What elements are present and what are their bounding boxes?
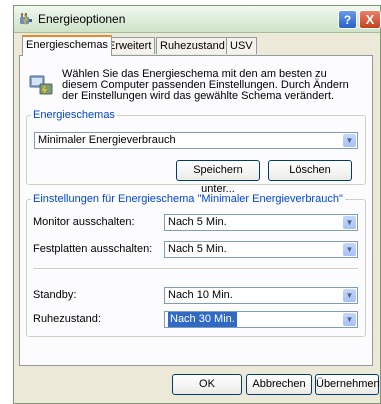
standby-value: Nach 10 Min. <box>168 289 233 301</box>
cancel-button[interactable]: Abbrechen <box>246 374 312 395</box>
monitor-off-label: Monitor ausschalten: <box>33 216 135 228</box>
window-title: Energieoptionen <box>38 12 126 26</box>
close-button[interactable]: X <box>359 10 381 29</box>
save-as-button[interactable]: Speichern unter... <box>176 160 260 195</box>
hibernate-select[interactable]: Nach 30 Min. ▼ <box>164 311 358 328</box>
description-text: Wählen Sie das Energieschema mit den am … <box>62 68 349 102</box>
help-button[interactable]: ? <box>338 10 357 29</box>
divider <box>33 268 358 269</box>
harddisk-off-value: Nach 5 Min. <box>168 243 227 255</box>
tab-ruhezustand[interactable]: Ruhezustand <box>156 37 229 54</box>
tab-usv[interactable]: USV <box>226 37 257 54</box>
standby-select[interactable]: Nach 10 Min. ▼ <box>164 287 358 304</box>
chevron-down-icon: ▼ <box>343 289 356 302</box>
schemes-legend: Energieschemas <box>33 109 115 121</box>
scheme-select[interactable]: Minimaler Energieverbrauch ▼ <box>34 132 358 149</box>
tab-energieschemas[interactable]: Energieschemas <box>22 35 112 56</box>
chevron-down-icon: ▼ <box>343 134 356 147</box>
title-bar[interactable]: Energieoptionen ? X <box>14 6 381 33</box>
ok-button[interactable]: OK <box>172 374 242 395</box>
harddisk-off-label: Festplatten ausschalten: <box>33 243 153 255</box>
chevron-down-icon: ▼ <box>343 313 356 326</box>
scheme-select-value: Minimaler Energieverbrauch <box>38 134 176 146</box>
power-schemes-icon <box>29 75 53 95</box>
harddisk-off-select[interactable]: Nach 5 Min. ▼ <box>164 241 358 258</box>
monitor-off-select[interactable]: Nach 5 Min. ▼ <box>164 214 358 231</box>
power-plug-icon <box>20 13 32 26</box>
settings-legend: Einstellungen für Energieschema "Minimal… <box>33 193 343 205</box>
monitor-off-value: Nach 5 Min. <box>168 216 227 228</box>
delete-button[interactable]: Löschen <box>268 160 352 181</box>
apply-button[interactable]: Übernehmen <box>315 374 380 395</box>
hibernate-value: Nach 30 Min. <box>168 312 237 327</box>
standby-label: Standby: <box>33 289 77 301</box>
chevron-down-icon: ▼ <box>343 216 356 229</box>
hibernate-label: Ruhezustand: <box>33 313 101 325</box>
chevron-down-icon: ▼ <box>343 243 356 256</box>
